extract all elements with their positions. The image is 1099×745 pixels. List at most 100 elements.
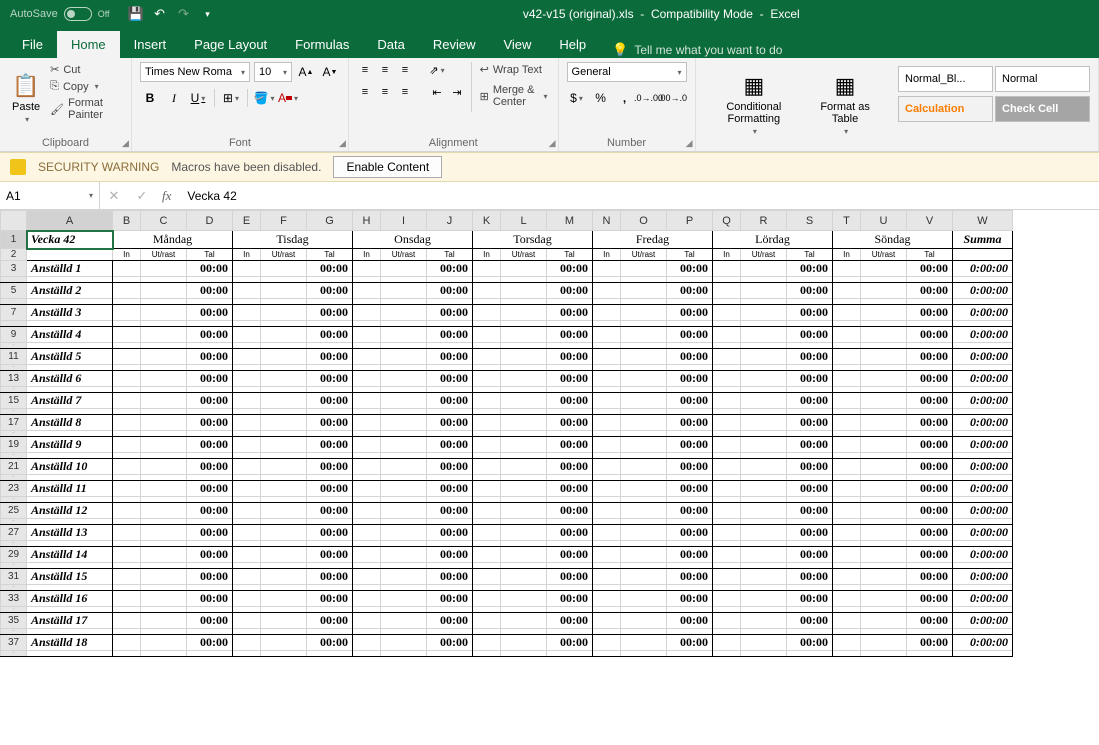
cell[interactable] [713, 437, 741, 453]
cell[interactable] [861, 569, 907, 585]
cell[interactable] [621, 481, 667, 497]
cell[interactable] [113, 569, 141, 585]
cell[interactable] [353, 305, 381, 321]
row-header-31[interactable]: 31 [1, 569, 27, 585]
time-cell[interactable]: 00:00 [547, 613, 593, 629]
cell[interactable] [473, 503, 501, 519]
cell[interactable] [593, 437, 621, 453]
tab-file[interactable]: File [8, 31, 57, 58]
cell[interactable] [713, 651, 741, 657]
time-cell[interactable]: 00:00 [187, 591, 233, 607]
time-cell[interactable]: 00:00 [907, 525, 953, 541]
increase-indent-button[interactable]: ⇥ [449, 84, 465, 100]
cell[interactable] [713, 525, 741, 541]
cell[interactable] [501, 437, 547, 453]
cell[interactable] [141, 459, 187, 475]
cell[interactable] [261, 613, 307, 629]
conditional-formatting-button[interactable]: ▦ Conditional Formatting▾ [704, 62, 805, 147]
cell[interactable] [861, 613, 907, 629]
cell[interactable] [353, 349, 381, 365]
time-cell[interactable]: 00:00 [307, 283, 353, 299]
cell[interactable] [741, 481, 787, 497]
row-header-23[interactable]: 23 [1, 481, 27, 497]
cell[interactable] [473, 327, 501, 343]
employee-name-cell[interactable]: Anställd 1 [27, 261, 113, 277]
col-header-M[interactable]: M [547, 211, 593, 231]
cell[interactable] [141, 525, 187, 541]
cell[interactable] [593, 283, 621, 299]
cell[interactable] [353, 591, 381, 607]
cell[interactable] [593, 503, 621, 519]
cell[interactable] [381, 525, 427, 541]
time-cell[interactable]: 00:00 [787, 525, 833, 541]
col-header-T[interactable]: T [833, 211, 861, 231]
time-cell[interactable]: 00:00 [187, 459, 233, 475]
cell[interactable] [861, 393, 907, 409]
cell[interactable] [501, 261, 547, 277]
col-header-U[interactable]: U [861, 211, 907, 231]
cell[interactable] [741, 261, 787, 277]
tab-insert[interactable]: Insert [120, 31, 181, 58]
cell[interactable] [113, 459, 141, 475]
day-header[interactable]: Måndag [113, 231, 233, 249]
cell[interactable] [741, 437, 787, 453]
time-cell[interactable]: 00:00 [787, 305, 833, 321]
merge-center-button[interactable]: ⊞Merge & Center▾ [478, 83, 550, 109]
time-cell[interactable]: 00:00 [787, 547, 833, 563]
time-cell[interactable]: 00:00 [187, 415, 233, 431]
enter-formula-icon[interactable]: ✓ [128, 188, 156, 204]
cell[interactable] [261, 283, 307, 299]
time-cell[interactable]: 00:00 [307, 327, 353, 343]
sum-cell[interactable]: 0:00:00 [953, 371, 1013, 387]
cell[interactable] [861, 547, 907, 563]
cell[interactable] [741, 415, 787, 431]
cell[interactable] [741, 459, 787, 475]
cell[interactable] [713, 503, 741, 519]
cell[interactable] [593, 569, 621, 585]
cell[interactable] [593, 261, 621, 277]
cell[interactable] [381, 415, 427, 431]
cell[interactable] [907, 651, 953, 657]
sum-cell[interactable]: 0:00:00 [953, 261, 1013, 277]
cell[interactable] [741, 547, 787, 563]
row-header-27[interactable]: 27 [1, 525, 27, 541]
time-cell[interactable]: 00:00 [907, 305, 953, 321]
tab-page-layout[interactable]: Page Layout [180, 31, 281, 58]
cell[interactable] [713, 261, 741, 277]
time-cell[interactable]: 00:00 [667, 591, 713, 607]
cell[interactable] [141, 569, 187, 585]
sum-cell[interactable]: 0:00:00 [953, 503, 1013, 519]
cell[interactable] [621, 525, 667, 541]
cell[interactable] [261, 305, 307, 321]
cell[interactable] [473, 459, 501, 475]
cell[interactable] [473, 437, 501, 453]
time-cell[interactable]: 00:00 [547, 547, 593, 563]
sub-header[interactable]: Tal [787, 249, 833, 261]
sum-cell[interactable]: 0:00:00 [953, 635, 1013, 651]
time-cell[interactable]: 00:00 [787, 635, 833, 651]
time-cell[interactable]: 00:00 [787, 393, 833, 409]
sub-header[interactable]: In [233, 249, 261, 261]
cell[interactable] [833, 651, 861, 657]
cell[interactable] [473, 415, 501, 431]
style-normal-bl[interactable]: Normal_Bl... [898, 66, 993, 92]
time-cell[interactable]: 00:00 [547, 283, 593, 299]
cell[interactable] [381, 283, 427, 299]
cell[interactable] [473, 261, 501, 277]
time-cell[interactable]: 00:00 [907, 569, 953, 585]
cell[interactable] [741, 393, 787, 409]
time-cell[interactable]: 00:00 [787, 371, 833, 387]
time-cell[interactable]: 00:00 [907, 481, 953, 497]
style-normal[interactable]: Normal [995, 66, 1090, 92]
time-cell[interactable]: 00:00 [427, 437, 473, 453]
time-cell[interactable]: 00:00 [907, 261, 953, 277]
cell-A1[interactable]: Vecka 42 [27, 231, 113, 249]
cell[interactable] [353, 569, 381, 585]
cell[interactable] [833, 525, 861, 541]
cell[interactable] [261, 651, 307, 657]
cell[interactable] [621, 547, 667, 563]
sum-cell[interactable]: 0:00:00 [953, 591, 1013, 607]
cell[interactable] [141, 481, 187, 497]
sub-header[interactable]: Tal [547, 249, 593, 261]
time-cell[interactable]: 00:00 [427, 635, 473, 651]
